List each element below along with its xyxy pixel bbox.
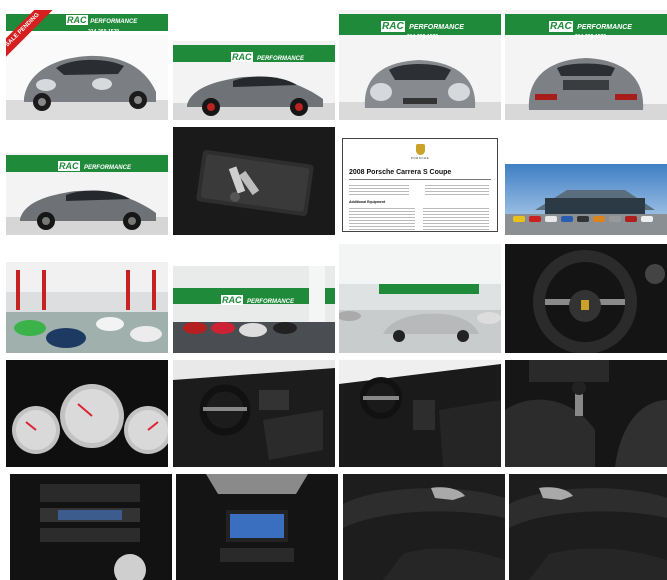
gallery-photo-dealership[interactable] xyxy=(505,164,667,235)
sticker-spec-rows xyxy=(349,183,409,197)
dealer-phone: 214-269-1570 xyxy=(88,29,120,35)
sticker-equipment-rows xyxy=(423,206,489,230)
radio-photo-icon xyxy=(176,474,338,580)
gallery-photo-side-profile-2[interactable]: RAC PERFORMANCE xyxy=(6,153,168,235)
door-panel-photo-icon xyxy=(343,474,505,580)
dealer-logo-mark: RAC xyxy=(381,21,405,32)
steering-wheel-photo-icon xyxy=(505,244,667,353)
showroom-photo-icon xyxy=(339,244,501,353)
gallery-photo-climate[interactable] xyxy=(10,474,172,580)
dealer-logo-word: PERFORMANCE xyxy=(256,56,304,62)
gallery-photo-gauges[interactable] xyxy=(6,360,168,467)
dealer-logo-mark: RAC xyxy=(221,295,243,305)
dealer-logo-word: PERFORMANCE xyxy=(90,19,138,25)
gauges-photo-icon xyxy=(6,360,168,467)
gallery-photo-front[interactable]: RAC PERFORMANCE 214-269-1570 xyxy=(339,10,501,120)
door-panel-photo-icon xyxy=(509,474,667,580)
dealer-logo-word: PERFORMANCE xyxy=(409,24,464,31)
gallery-photo-service-bay[interactable] xyxy=(6,262,168,353)
dealer-phone: 214-269-1570 xyxy=(407,34,439,40)
console-photo-icon xyxy=(10,474,172,580)
gallery-photo-rear[interactable]: RAC PERFORMANCE 214-269-1570 xyxy=(505,10,667,120)
gallery-photo-showroom-2[interactable] xyxy=(339,244,501,353)
window-sticker: PORSCHE 2008 Porsche Carrera S Coupe Add… xyxy=(342,138,498,232)
showroom-photo-icon xyxy=(6,262,168,353)
gallery-photo-door-panel-2[interactable] xyxy=(509,474,667,580)
gallery-photo-door-panel[interactable] xyxy=(343,474,505,580)
gallery-photo-navigation[interactable] xyxy=(176,474,338,580)
divider xyxy=(349,179,491,180)
sticker-equipment-rows xyxy=(349,206,415,230)
gallery-photo-cockpit[interactable] xyxy=(173,360,335,467)
dealer-banner: RAC PERFORMANCE xyxy=(231,47,304,65)
gallery-photo-side-profile[interactable]: RAC PERFORMANCE xyxy=(173,41,335,120)
dealer-logo-mark: RAC xyxy=(549,21,573,32)
building-photo-icon xyxy=(505,164,667,235)
gallery-photo-window-sticker[interactable]: PORSCHE 2008 Porsche Carrera S Coupe Add… xyxy=(339,135,501,235)
dealer-banner: RAC PERFORMANCE 214-269-1570 xyxy=(66,15,166,35)
sticker-title: 2008 Porsche Carrera S Coupe xyxy=(349,169,452,176)
showroom-photo-icon xyxy=(173,266,335,353)
gallery-photo-dashboard[interactable] xyxy=(339,360,501,467)
dealer-banner: RAC PERFORMANCE 214-269-1570 xyxy=(549,16,632,40)
gallery-photo-shifter[interactable] xyxy=(505,360,667,467)
shifter-photo-icon xyxy=(505,360,667,467)
dealer-logo-word: PERFORMANCE xyxy=(577,24,632,31)
keys-photo-icon xyxy=(173,127,335,235)
dealer-logo-mark: RAC xyxy=(66,15,88,25)
dealer-logo-word: PERFORMANCE xyxy=(246,299,294,305)
gallery-photo-showroom[interactable]: RAC PERFORMANCE xyxy=(173,266,335,353)
dealer-logo-mark: RAC xyxy=(58,161,80,171)
sticker-section-heading: Additional Equipment xyxy=(349,200,386,204)
dealer-banner: RAC PERFORMANCE 214-269-1570 xyxy=(381,16,464,40)
dealer-phone: 214-269-1570 xyxy=(575,34,607,40)
gallery-photo-front-quarter[interactable]: RAC PERFORMANCE 214-269-1570 SALE PENDIN… xyxy=(6,10,168,120)
interior-photo-icon xyxy=(173,360,335,467)
gallery-photo-keys[interactable] xyxy=(173,127,335,235)
dealer-logo-word: PERFORMANCE xyxy=(83,165,131,171)
brand-wordmark: PORSCHE xyxy=(410,156,430,160)
sticker-spec-rows xyxy=(425,183,489,197)
dealer-banner: RAC PERFORMANCE xyxy=(221,290,294,308)
gallery-photo-steering-wheel[interactable] xyxy=(505,244,667,353)
dealer-logo-mark: RAC xyxy=(231,52,253,62)
interior-photo-icon xyxy=(339,360,501,467)
dealer-banner: RAC PERFORMANCE xyxy=(58,156,131,174)
porsche-crest-icon xyxy=(416,144,425,155)
